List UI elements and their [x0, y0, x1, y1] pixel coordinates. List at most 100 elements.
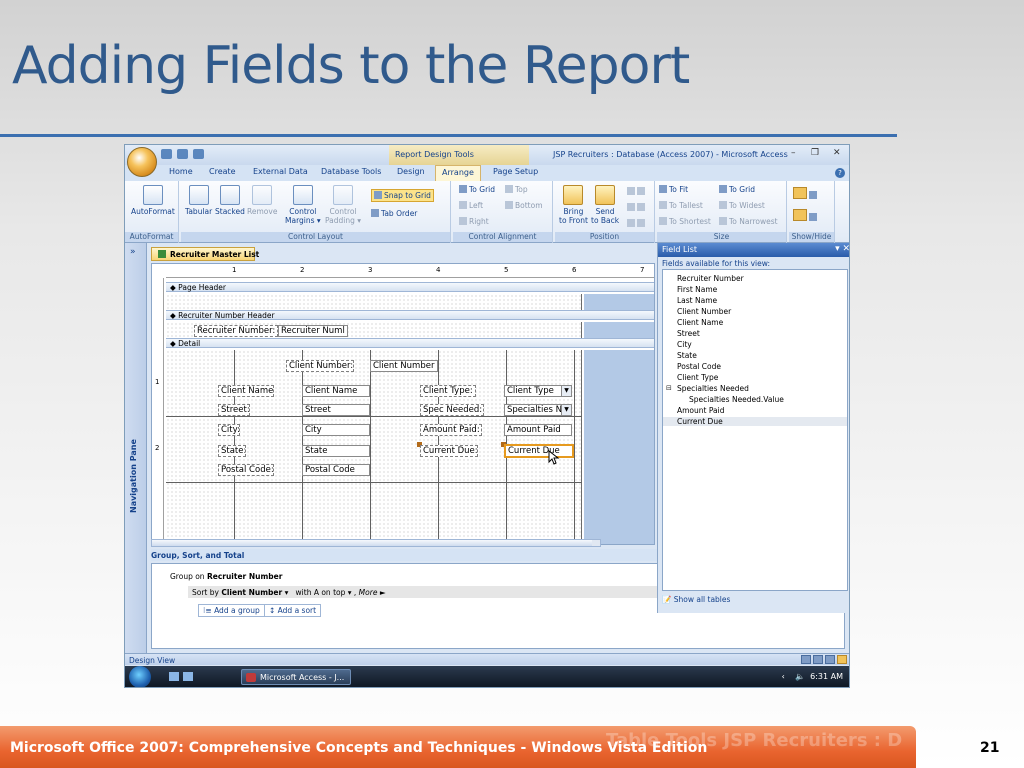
spacing-icon[interactable]	[627, 219, 647, 228]
field-item[interactable]: First Name	[677, 285, 717, 294]
size-to-fit-button[interactable]: To Fit	[659, 185, 688, 194]
dropdown-arrow-icon[interactable]: ▼	[561, 405, 571, 415]
spacing-icon[interactable]	[627, 187, 647, 196]
stacked-button[interactable]: Stacked	[215, 185, 245, 216]
add-sort-button[interactable]: ↕ Add a sort	[264, 604, 322, 617]
tray-chevron-icon[interactable]: ‹	[782, 672, 785, 681]
send-to-back-button[interactable]: Send to Back	[591, 185, 619, 225]
detail-band[interactable]: ◆ Detail	[166, 338, 654, 348]
redo-icon[interactable]	[193, 149, 204, 159]
state-textbox[interactable]: State	[302, 445, 370, 457]
tab-external-data[interactable]: External Data	[253, 167, 308, 176]
field-item[interactable]: Client Number	[677, 307, 731, 316]
tab-database-tools[interactable]: Database Tools	[321, 167, 381, 176]
show-all-tables-link[interactable]: 📝 Show all tables	[662, 595, 730, 604]
spacing-icon[interactable]	[627, 203, 647, 212]
control-padding-button[interactable]: Control Padding ▾	[325, 185, 361, 225]
client-name-label[interactable]: Client Name:	[218, 385, 274, 397]
amount-paid-label[interactable]: Amount Paid:	[420, 424, 482, 436]
save-icon[interactable]	[161, 149, 172, 159]
group-header-band[interactable]: ◆ Recruiter Number Header	[166, 310, 654, 320]
align-right-button[interactable]: Right	[459, 217, 489, 226]
remove-button[interactable]: Remove	[247, 185, 277, 216]
tab-design[interactable]: Design	[397, 167, 425, 176]
volume-icon[interactable]: 🔈	[795, 672, 805, 681]
tab-arrange[interactable]: Arrange	[435, 165, 481, 181]
amount-paid-textbox[interactable]: Amount Paid	[504, 424, 572, 436]
switch-windows-icon[interactable]	[183, 672, 193, 681]
size-to-narrowest-button[interactable]: To Narrowest	[719, 217, 778, 226]
expand-nav-icon[interactable]: »	[130, 247, 136, 257]
size-to-shortest-button[interactable]: To Shortest	[659, 217, 711, 226]
control-margins-button[interactable]: Control Margins ▾	[285, 185, 321, 225]
grid-toggle-icon[interactable]	[793, 187, 819, 200]
dropdown-arrow-icon[interactable]: ▼	[561, 386, 571, 396]
help-icon[interactable]: ?	[835, 168, 845, 178]
tab-page-setup[interactable]: Page Setup	[493, 167, 538, 176]
minimize-icon[interactable]: –	[791, 148, 796, 158]
street-textbox[interactable]: Street	[302, 404, 370, 416]
tab-order-button[interactable]: Tab Order	[371, 209, 417, 218]
specialties-combobox[interactable]: Specialties N ▼	[504, 404, 572, 416]
field-item[interactable]: State	[677, 351, 697, 360]
add-group-button[interactable]: ⁝≡ Add a group	[198, 604, 265, 617]
city-textbox[interactable]: City	[302, 424, 370, 436]
client-number-textbox[interactable]: Client Number	[370, 360, 438, 372]
autoformat-button[interactable]: AutoFormat	[131, 185, 175, 216]
recruiter-number-textbox[interactable]: Recruiter Numl	[278, 325, 348, 337]
report-document-tab[interactable]: Recruiter Master List	[151, 247, 259, 261]
client-name-textbox[interactable]: Client Name	[302, 385, 370, 397]
page-header-section[interactable]	[166, 294, 582, 310]
field-item[interactable]: Recruiter Number	[677, 274, 744, 283]
tabular-button[interactable]: Tabular	[185, 185, 212, 216]
size-to-widest-button[interactable]: To Widest	[719, 201, 765, 210]
recruiter-number-label[interactable]: Recruiter Number:	[194, 325, 278, 337]
client-number-label[interactable]: Client Number:	[286, 360, 354, 372]
page-header-band[interactable]: ◆ Page Header	[166, 282, 654, 292]
postal-code-textbox[interactable]: Postal Code	[302, 464, 370, 476]
align-left-button[interactable]: Left	[459, 201, 483, 210]
close-field-list-icon[interactable]: ▾ ✕	[835, 244, 849, 254]
client-type-combobox[interactable]: Client Type ▼	[504, 385, 572, 397]
print-preview-icon[interactable]	[813, 655, 823, 664]
field-item[interactable]: Last Name	[677, 296, 717, 305]
layout-view-icon[interactable]	[825, 655, 835, 664]
office-button[interactable]	[127, 147, 157, 177]
field-item-selected[interactable]: Current Due	[663, 417, 847, 426]
field-item[interactable]: Amount Paid	[677, 406, 724, 415]
navigation-pane[interactable]: » Navigation Pane	[125, 243, 147, 655]
horizontal-scrollbar[interactable]	[151, 539, 601, 547]
size-to-grid-button[interactable]: To Grid	[719, 185, 755, 194]
restore-icon[interactable]: ❐	[811, 148, 819, 158]
more-options-link[interactable]: More ►	[359, 588, 386, 597]
field-item[interactable]: Specialties Needed.Value	[689, 395, 784, 404]
clock[interactable]: 6:31 AM	[810, 672, 843, 681]
align-to-grid-button[interactable]: To Grid	[459, 185, 495, 194]
align-top-button[interactable]: Top	[505, 185, 528, 194]
current-due-textbox[interactable]: Current Due	[504, 444, 574, 458]
group-on-row[interactable]: Group on Recruiter Number	[170, 572, 282, 581]
ruler-toggle-icon[interactable]	[793, 209, 819, 222]
start-button[interactable]	[129, 666, 151, 687]
tab-home[interactable]: Home	[169, 167, 193, 176]
collapse-tree-icon[interactable]: ⊟	[666, 384, 672, 392]
report-view-icon[interactable]	[801, 655, 811, 664]
field-item[interactable]: Client Type	[677, 373, 718, 382]
current-due-label[interactable]: Current Due:	[420, 445, 478, 457]
close-icon[interactable]: ✕	[833, 148, 841, 158]
tab-create[interactable]: Create	[209, 167, 236, 176]
city-label[interactable]: City:	[218, 424, 240, 436]
postal-code-label[interactable]: Postal Code:	[218, 464, 274, 476]
design-view-icon[interactable]	[837, 655, 847, 664]
sort-by-row[interactable]: Sort by Client Number ▾ with A on top ▾ …	[192, 588, 386, 597]
report-design-surface[interactable]: 1 2 3 4 5 6 7 1 2 ◆ Page Header ◆ Recrui…	[151, 263, 655, 545]
field-item[interactable]: Client Name	[677, 318, 723, 327]
show-desktop-icon[interactable]	[169, 672, 179, 681]
snap-to-grid-button[interactable]: Snap to Grid	[371, 189, 434, 202]
field-item[interactable]: City	[677, 340, 692, 349]
scrollbar-thumb[interactable]	[152, 540, 592, 546]
client-type-label[interactable]: Client Type:	[420, 385, 476, 397]
field-item[interactable]: Postal Code	[677, 362, 721, 371]
state-label[interactable]: State:	[218, 445, 246, 457]
street-label[interactable]: Street:	[218, 404, 250, 416]
